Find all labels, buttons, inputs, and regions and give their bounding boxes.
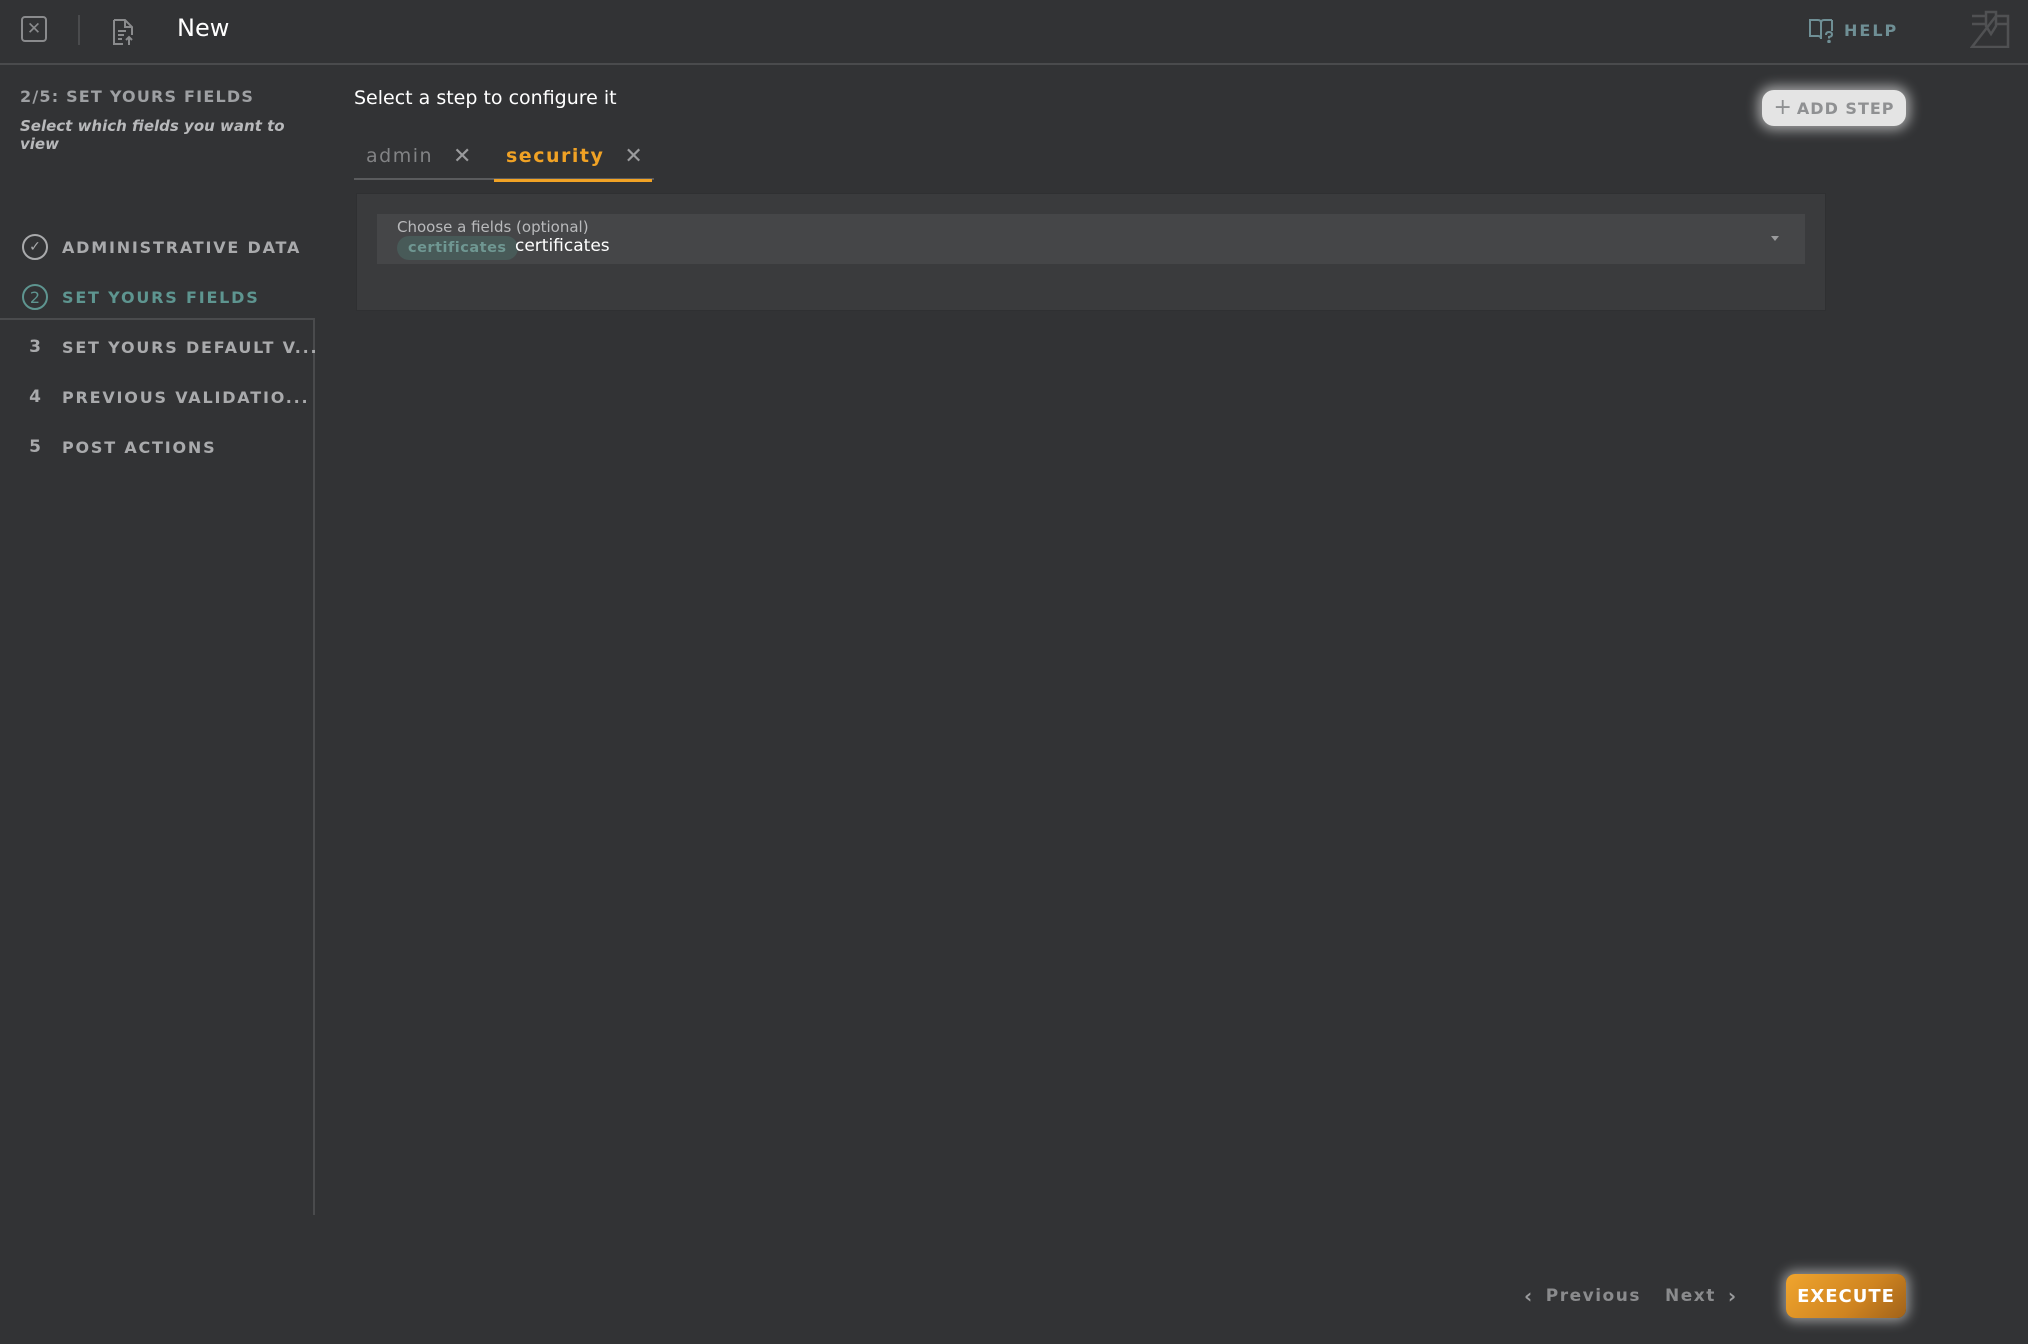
book-question-icon [1809, 19, 1834, 43]
selected-field-chip[interactable]: certificates [397, 236, 518, 260]
header-divider [78, 15, 80, 45]
step-post-actions[interactable]: 5 POST ACTIONS [0, 422, 315, 472]
tab-label: security [506, 145, 605, 167]
step-number-badge: 2 [22, 284, 48, 310]
help-button[interactable]: HELP [1808, 17, 1898, 43]
tray-download-icon[interactable] [1970, 10, 2010, 48]
step-set-yours-default-values[interactable]: 3 SET YOURS DEFAULT V... [0, 322, 319, 372]
step-label: POST ACTIONS [62, 437, 217, 457]
step-list: ✓ ADMINISTRATIVE DATA 2 SET YOURS FIELDS… [0, 222, 319, 472]
step-label: ADMINISTRATIVE DATA [62, 237, 302, 257]
step-tabs: admin ✕ security ✕ [354, 132, 654, 182]
execute-label: EXECUTE [1797, 1285, 1895, 1307]
close-icon: ✕ [26, 18, 42, 39]
step-label: PREVIOUS VALIDATIO... [62, 387, 310, 407]
step-set-yours-fields[interactable]: 2 SET YOURS FIELDS [0, 272, 315, 322]
next-label: Next [1665, 1286, 1716, 1306]
app-header: ✕ New HELP [0, 0, 2028, 65]
plus-icon: + [1773, 95, 1793, 120]
wizard-sidebar: 2/5: SET YOURS FIELDS Select which field… [0, 67, 319, 1215]
page-title: New [177, 14, 230, 42]
step-label: SET YOURS DEFAULT V... [62, 337, 319, 357]
close-tab-icon[interactable]: ✕ [453, 144, 473, 169]
next-button[interactable]: Next › [1665, 1283, 1738, 1309]
chevron-left-icon: ‹ [1524, 1284, 1534, 1308]
help-label: HELP [1844, 20, 1899, 40]
dropdown-arrow-icon[interactable] [1771, 236, 1779, 241]
document-upload-icon [113, 19, 133, 45]
current-step-title: 2/5: SET YOURS FIELDS [20, 87, 255, 106]
execute-button[interactable]: EXECUTE [1786, 1274, 1906, 1318]
step-number: 3 [29, 337, 41, 357]
step-number: 5 [29, 437, 41, 457]
fields-select[interactable]: Choose a fields (optional) certificates … [377, 214, 1805, 264]
tab-label: admin [366, 145, 434, 167]
step-number: 4 [29, 387, 41, 407]
previous-label: Previous [1545, 1286, 1641, 1306]
fields-select-value: certificates [515, 236, 610, 256]
close-tab-icon[interactable]: ✕ [624, 144, 644, 169]
previous-button[interactable]: ‹ Previous [1524, 1283, 1641, 1309]
add-step-label: ADD STEP [1796, 98, 1895, 118]
tab-admin[interactable]: admin ✕ [354, 132, 494, 180]
step-administrative-data[interactable]: ✓ ADMINISTRATIVE DATA [0, 222, 315, 272]
current-step-subtitle: Select which fields you want to view [20, 117, 285, 153]
main-heading: Select a step to configure it [354, 87, 617, 109]
fields-select-label: Choose a fields (optional) [397, 218, 589, 236]
tab-security[interactable]: security ✕ [494, 132, 652, 182]
add-step-button[interactable]: + ADD STEP [1762, 90, 1906, 126]
close-button[interactable]: ✕ [21, 16, 47, 42]
step-previous-validations[interactable]: 4 PREVIOUS VALIDATIO... [0, 372, 315, 422]
check-circle-icon: ✓ [22, 234, 48, 260]
step-label: SET YOURS FIELDS [62, 287, 260, 307]
chevron-right-icon: › [1727, 1284, 1738, 1308]
step-config-card: Choose a fields (optional) certificates … [356, 193, 1826, 311]
